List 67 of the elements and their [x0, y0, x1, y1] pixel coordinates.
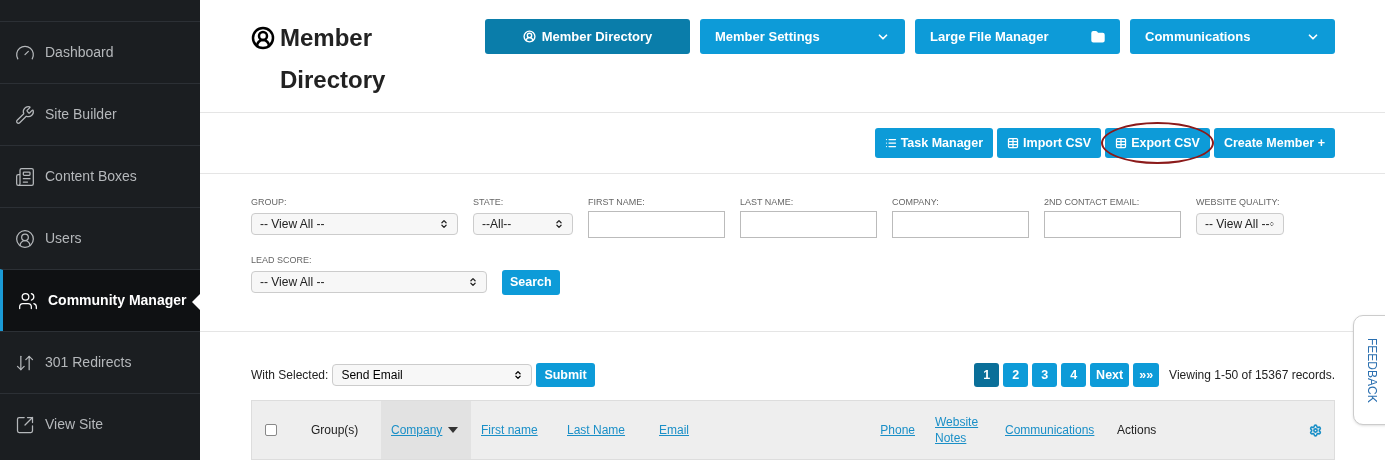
select-field[interactable]: --All-- — [473, 212, 573, 235]
sidebar-item[interactable]: Content Boxes — [0, 145, 200, 207]
nav-button[interactable]: Member Settings — [700, 19, 905, 54]
column-header: Group(s) — [310, 422, 360, 439]
user-icon — [522, 30, 536, 43]
user-icon — [251, 26, 275, 50]
sidebar-item[interactable]: Site Builder — [0, 83, 200, 145]
column-header[interactable]: Company — [381, 401, 471, 459]
input-field[interactable] — [588, 210, 725, 238]
page-button[interactable]: »» — [1133, 363, 1160, 387]
table-icon — [1115, 136, 1128, 149]
nav-button[interactable]: Member Directory — [485, 19, 690, 54]
sidebar-icon — [15, 228, 35, 249]
filter-label: LAST NAME: — [740, 195, 795, 208]
search-button[interactable]: Search — [502, 269, 560, 295]
pointer-icon — [192, 294, 200, 310]
table-icon — [1007, 136, 1020, 149]
select-field[interactable]: Send Email — [332, 364, 533, 386]
column-header: Actions — [1116, 422, 1158, 439]
column-header[interactable]: First name — [471, 401, 557, 459]
folder-icon — [1091, 29, 1105, 44]
column-header[interactable]: Email — [649, 401, 869, 459]
action-button[interactable]: Create Member + — [1213, 127, 1335, 158]
sidebar-icon — [15, 414, 35, 435]
nav-button[interactable]: Communications — [1130, 19, 1335, 54]
page-button[interactable]: 4 — [1061, 363, 1087, 387]
sidebar-icon — [15, 166, 35, 187]
action-button[interactable]: Import CSV — [997, 127, 1102, 158]
select-field[interactable]: -- View All -- — [1196, 212, 1284, 235]
sidebar-item[interactable]: View Site — [0, 393, 200, 455]
sort-caret-icon — [448, 427, 459, 433]
filter-label: WEBSITE QUALITY: — [1196, 195, 1281, 208]
column-header[interactable]: Website Notes — [925, 401, 995, 459]
select-field[interactable]: -- View All -- — [251, 212, 458, 235]
sidebar-item[interactable]: 301 Redirects — [0, 331, 200, 393]
checkbox[interactable] — [265, 424, 277, 436]
column-header[interactable]: Last Name — [557, 401, 649, 459]
column-header[interactable]: Communications — [995, 401, 1107, 459]
column-header[interactable]: Phone — [869, 401, 925, 459]
feedback-tab[interactable]: FEEDBACK — [1353, 315, 1385, 425]
filter-label: GROUP: — [251, 195, 288, 208]
submit-button[interactable]: Submit — [536, 363, 595, 387]
sidebar-item[interactable]: Community Manager — [0, 269, 200, 331]
nav-button[interactable]: Large File Manager — [915, 19, 1120, 54]
filter-label: STATE: — [473, 195, 505, 208]
input-field[interactable] — [892, 210, 1029, 238]
page-title: Member Directory — [280, 23, 387, 95]
filter-label: 2ND CONTACT EMAIL: — [1044, 195, 1141, 208]
page-button[interactable]: 1 — [974, 363, 1000, 387]
bulk-label: With Selected: — [251, 367, 329, 384]
sidebar-item[interactable]: Dashboard — [0, 21, 200, 83]
page-button[interactable]: Next — [1090, 363, 1130, 387]
filter-label: COMPANY: — [892, 195, 940, 208]
sidebar-icon — [15, 104, 35, 125]
page-button[interactable]: 2 — [1003, 363, 1029, 387]
action-button[interactable]: Task Manager — [874, 127, 994, 158]
filter-label: LEAD SCORE: — [251, 253, 313, 266]
input-field[interactable] — [740, 210, 877, 238]
records-count: Viewing 1-50 of 15367 records. — [1169, 367, 1335, 384]
list-icon — [884, 136, 897, 149]
input-field[interactable] — [1044, 210, 1181, 238]
page-button[interactable]: 3 — [1032, 363, 1058, 387]
select-field[interactable]: -- View All -- — [251, 270, 487, 293]
filter-label: FIRST NAME: — [588, 195, 646, 208]
settings-icon[interactable] — [1309, 423, 1322, 437]
sidebar-icon — [18, 290, 38, 311]
action-button[interactable]: Export CSV — [1105, 127, 1210, 158]
